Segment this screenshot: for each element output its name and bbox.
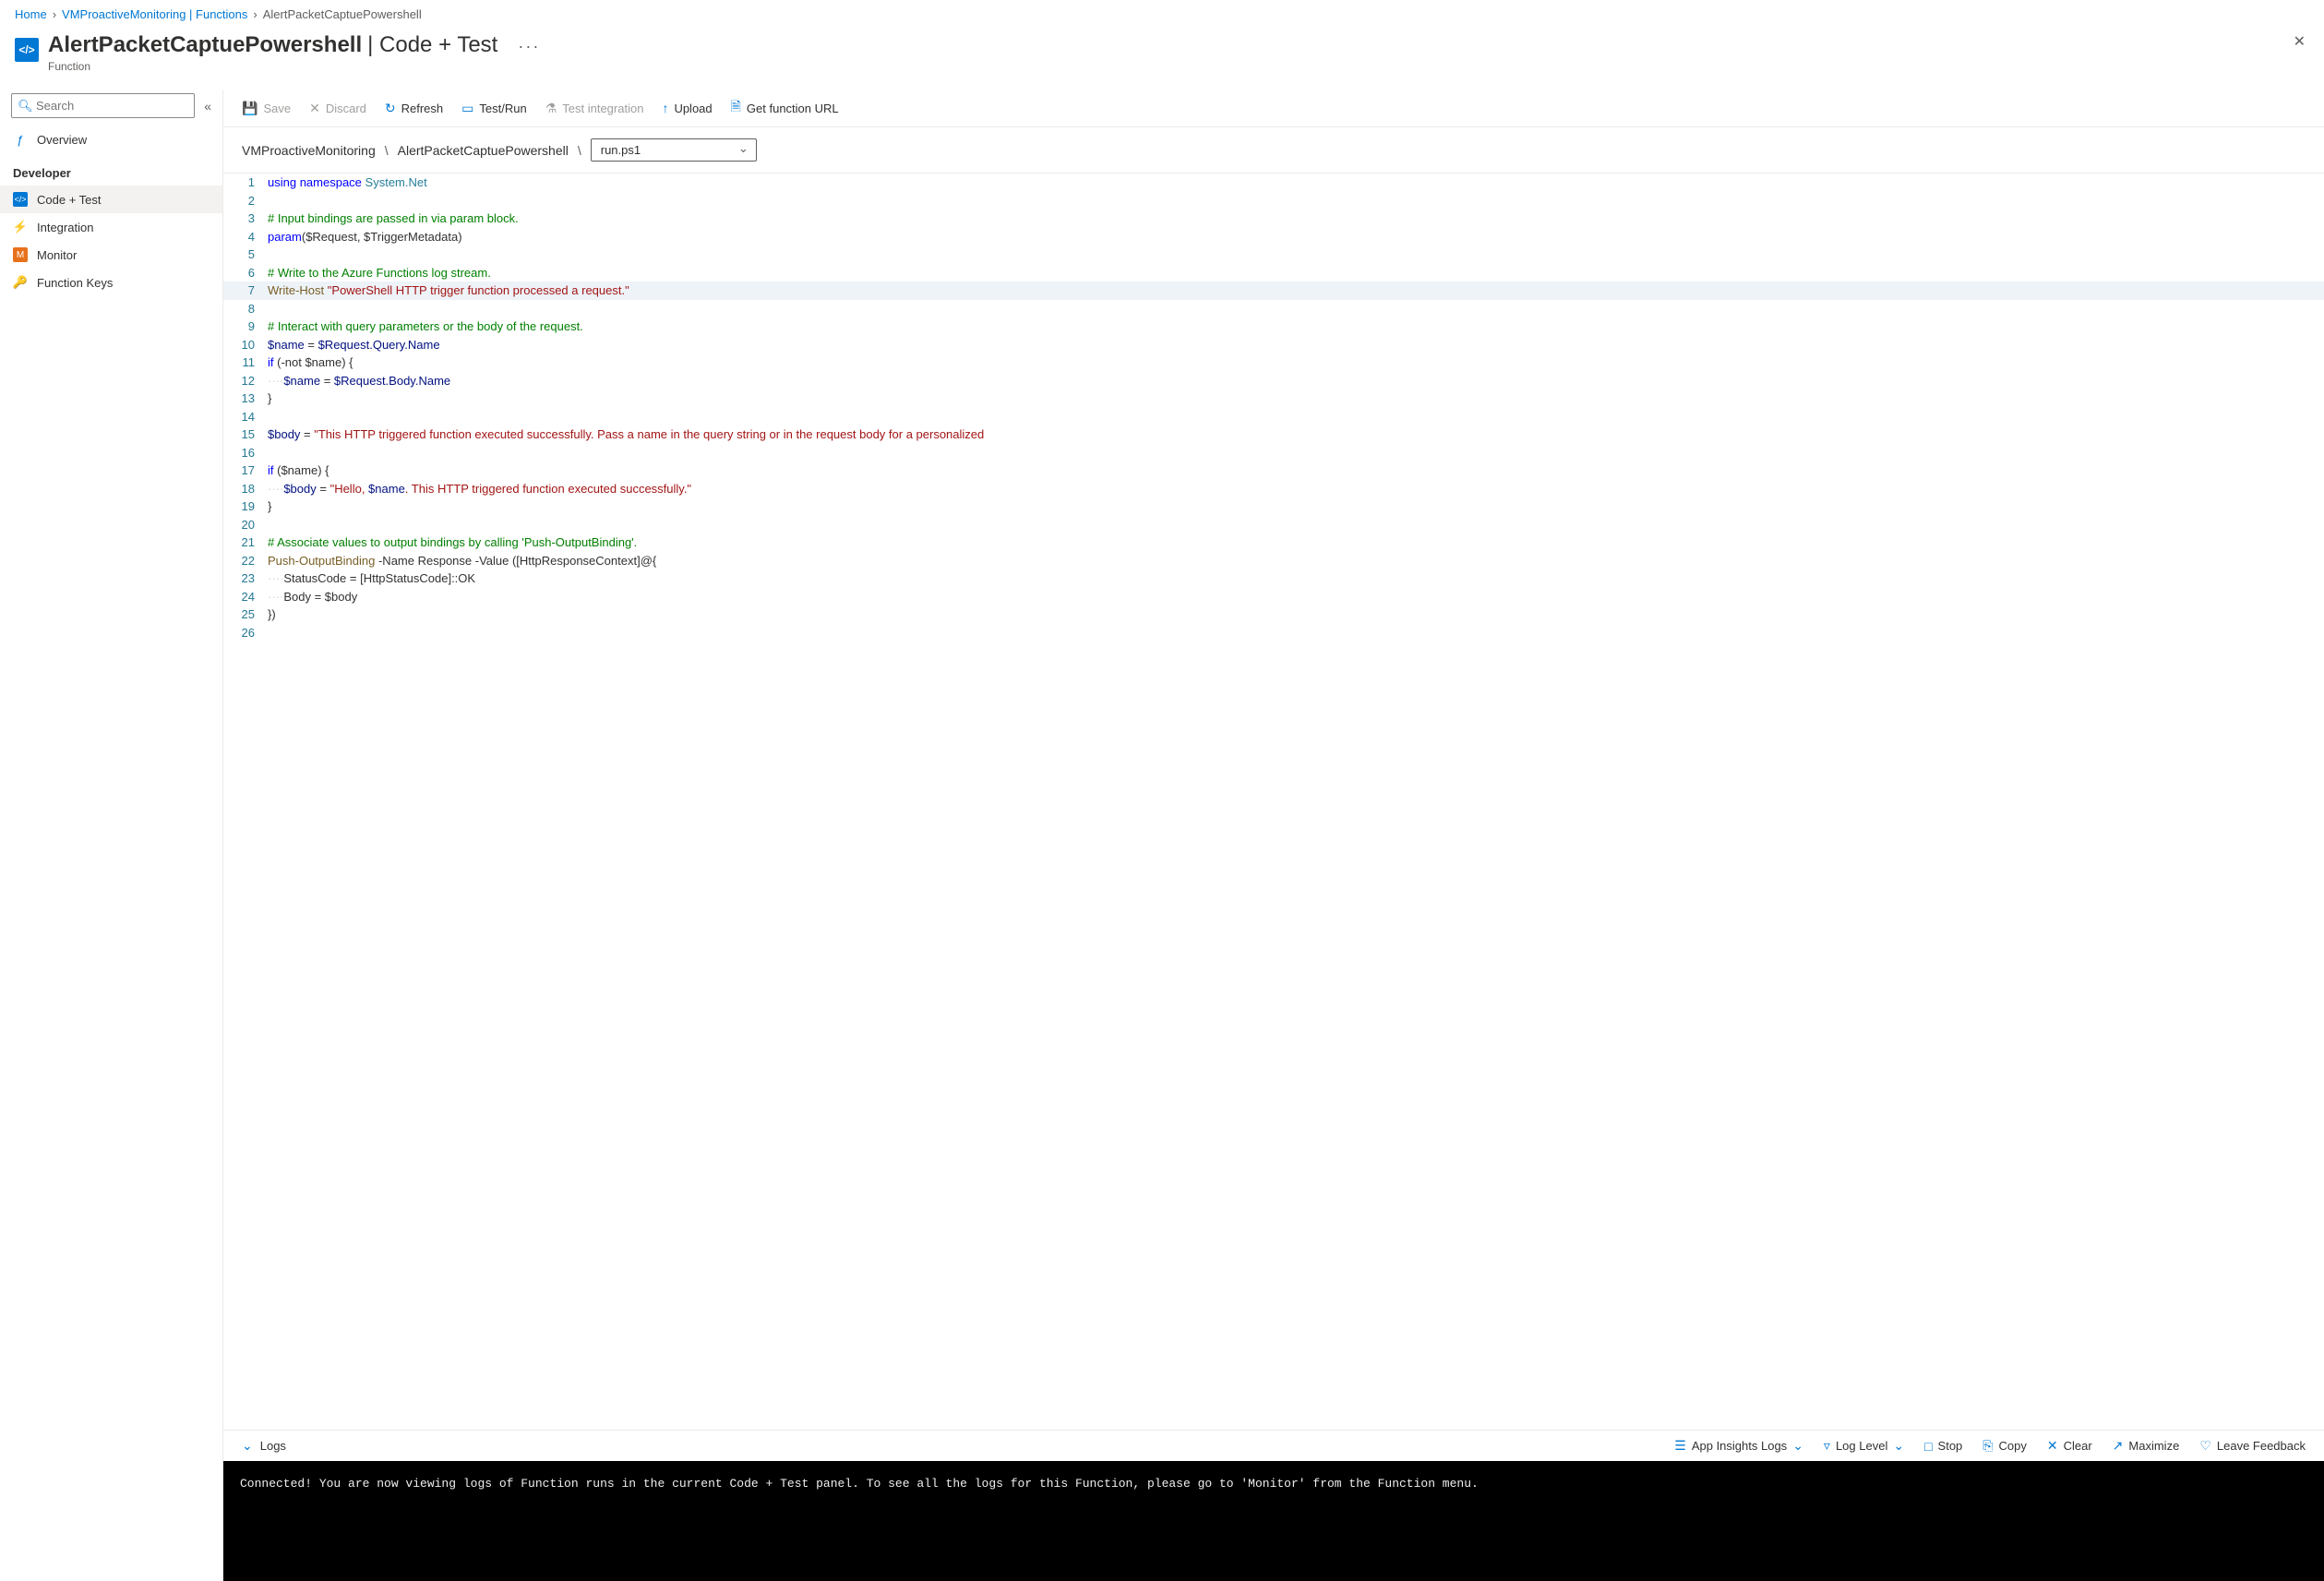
stop-button[interactable]: □Stop: [1924, 1439, 1962, 1454]
path-segment-root: VMProactiveMonitoring: [242, 143, 376, 158]
maximize-button[interactable]: ↗Maximize: [2113, 1438, 2180, 1454]
toolbar: 💾Save ✕Discard ↻Refresh ▭Test/Run ⚗Test …: [223, 90, 2324, 127]
sidebar-item-overview[interactable]: ƒ Overview: [0, 126, 222, 153]
key-icon: 🔑: [13, 275, 28, 290]
file-path-bar: VMProactiveMonitoring \ AlertPacketCaptu…: [223, 127, 2324, 173]
logs-toolbar: ⌄ Logs ☰App Insights Logs⌄ ▿Log Level⌄ □…: [223, 1430, 2324, 1461]
path-sep-icon: \: [578, 143, 581, 158]
upload-button[interactable]: ↑Upload: [662, 101, 712, 115]
breadcrumb: Home › VMProactiveMonitoring | Functions…: [0, 0, 2324, 29]
sidebar-group-developer: Developer: [0, 153, 222, 186]
collapse-sidebar-button[interactable]: «: [204, 99, 211, 114]
link-icon: 🗎: [731, 97, 741, 119]
more-actions-button[interactable]: ···: [518, 37, 540, 56]
testrun-icon: ▭: [461, 101, 473, 116]
function-icon: ƒ: [13, 132, 28, 147]
leave-feedback-button[interactable]: ♡Leave Feedback: [2199, 1438, 2306, 1454]
clear-button[interactable]: ✕Clear: [2047, 1438, 2092, 1454]
logs-console: Connected! You are now viewing logs of F…: [223, 1461, 2324, 1581]
sidebar-item-label: Integration: [37, 221, 93, 234]
breadcrumb-l1[interactable]: VMProactiveMonitoring | Functions: [62, 7, 247, 21]
clear-icon: ✕: [2047, 1438, 2058, 1454]
monitor-icon: M: [13, 247, 28, 262]
maximize-icon: ↗: [2113, 1438, 2124, 1454]
sidebar-item-function-keys[interactable]: 🔑 Function Keys: [0, 269, 222, 296]
filter-icon: ▿: [1824, 1438, 1830, 1454]
copy-icon: ⎘: [1983, 1438, 1993, 1454]
save-button[interactable]: 💾Save: [242, 101, 291, 116]
copy-button[interactable]: ⎘Copy: [1983, 1438, 2027, 1454]
path-segment-func: AlertPacketCaptuePowershell: [398, 143, 569, 158]
sidebar-item-label: Overview: [37, 133, 87, 147]
page-title: AlertPacketCaptuePowershell: [48, 32, 362, 58]
code-editor[interactable]: 1using namespace System.Net 2 3# Input b…: [223, 173, 2324, 1430]
chevron-down-icon: ⌄: [1893, 1438, 1904, 1454]
search-icon: 🔍︎: [18, 99, 33, 114]
sidebar: 🔍︎ « ƒ Overview Developer </> Code + Tes…: [0, 90, 223, 1581]
sidebar-item-integration[interactable]: ⚡ Integration: [0, 213, 222, 241]
list-icon: ☰: [1674, 1438, 1686, 1454]
sidebar-item-label: Code + Test: [37, 193, 102, 207]
upload-icon: ↑: [662, 101, 668, 115]
resource-kind-label: Function: [48, 60, 540, 73]
path-sep-icon: \: [385, 143, 389, 158]
heart-icon: ♡: [2199, 1438, 2211, 1454]
test-run-button[interactable]: ▭Test/Run: [461, 101, 527, 116]
log-level-button[interactable]: ▿Log Level⌄: [1824, 1438, 1904, 1454]
breadcrumb-sep-icon: ›: [253, 7, 257, 21]
page-header: </> AlertPacketCaptuePowershell | Code +…: [0, 29, 2324, 90]
sidebar-item-label: Monitor: [37, 248, 77, 262]
test-integration-button[interactable]: ⚗Test integration: [545, 101, 644, 116]
sidebar-item-label: Function Keys: [37, 276, 113, 290]
chevron-down-icon: ⌄: [242, 1438, 253, 1454]
code-icon: </>: [13, 192, 28, 207]
sidebar-item-monitor[interactable]: M Monitor: [0, 241, 222, 269]
lightning-icon: ⚡: [13, 220, 28, 234]
stop-icon: □: [1924, 1439, 1932, 1454]
chevron-down-icon: ⌄: [1792, 1438, 1803, 1454]
sidebar-item-code-test[interactable]: </> Code + Test: [0, 186, 222, 213]
function-resource-icon: </>: [15, 38, 39, 62]
page-title-section: | Code + Test: [367, 32, 497, 58]
breadcrumb-current[interactable]: AlertPacketCaptuePowershell: [263, 7, 422, 21]
app-insights-logs-button[interactable]: ☰App Insights Logs⌄: [1674, 1438, 1803, 1454]
logs-toggle-button[interactable]: ⌄ Logs: [242, 1438, 286, 1454]
flask-icon: ⚗: [545, 101, 557, 116]
get-function-url-button[interactable]: 🗎Get function URL: [731, 97, 839, 119]
search-input[interactable]: [11, 93, 195, 118]
discard-button[interactable]: ✕Discard: [309, 101, 366, 116]
breadcrumb-home[interactable]: Home: [15, 7, 47, 21]
main-panel: 💾Save ✕Discard ↻Refresh ▭Test/Run ⚗Test …: [223, 90, 2324, 1581]
file-select-dropdown[interactable]: run.ps1: [591, 138, 757, 162]
close-icon[interactable]: ✕: [2294, 32, 2306, 51]
refresh-icon: ↻: [385, 101, 396, 116]
discard-icon: ✕: [309, 101, 320, 116]
save-icon: 💾: [242, 101, 258, 116]
refresh-button[interactable]: ↻Refresh: [385, 101, 443, 116]
breadcrumb-sep-icon: ›: [53, 7, 56, 21]
